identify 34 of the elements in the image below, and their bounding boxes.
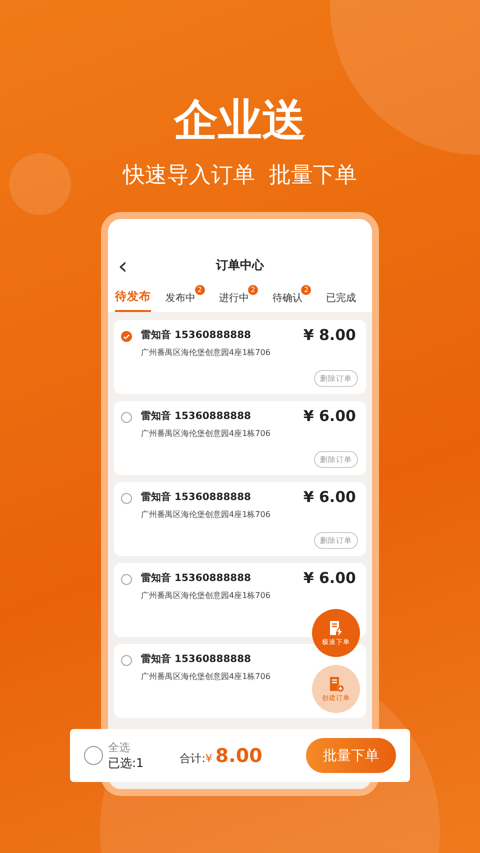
customer-name: 雷知音 15360888888 <box>141 410 252 424</box>
checkbox[interactable] <box>121 493 132 504</box>
page-title: 订单中心 <box>216 257 264 274</box>
price: ¥ 6.00 <box>303 488 356 506</box>
price: ¥ 6.00 <box>303 569 356 587</box>
total-amount: 8.00 <box>215 744 262 766</box>
subtitle: 快速导入订单 批量下单 <box>123 162 357 190</box>
checkbox[interactable] <box>121 574 132 585</box>
price: ¥ 8.00 <box>303 326 356 344</box>
select-all-label: 全选 <box>108 740 131 755</box>
total-label: 合计: <box>180 750 206 766</box>
batch-order-button[interactable]: 批量下单 <box>306 738 396 773</box>
address: 广州番禺区海伦堡创意园4座1栋706 <box>141 590 270 602</box>
address: 广州番禺区海伦堡创意园4座1栋706 <box>141 428 270 440</box>
address: 广州番禺区海伦堡创意园4座1栋706 <box>141 509 270 521</box>
checkbox[interactable] <box>121 655 132 666</box>
price: ¥ 6.00 <box>303 407 356 425</box>
document-plus-icon <box>328 676 344 692</box>
address: 广州番禺区海伦堡创意园4座1栋706 <box>141 671 270 683</box>
customer-name: 雷知音 15360888888 <box>141 491 252 505</box>
headline: 企业送 <box>174 94 306 148</box>
back-button[interactable]: ‹ <box>118 254 128 278</box>
select-all-checkbox[interactable] <box>84 746 103 765</box>
checkbox[interactable] <box>121 412 132 423</box>
customer-name: 雷知音 15360888888 <box>141 653 252 667</box>
selected-count: 已选:1 <box>108 755 144 771</box>
tab[interactable]: 待发布 <box>115 283 152 312</box>
customer-name: 雷知音 15360888888 <box>141 329 252 343</box>
customer-name: 雷知音 15360888888 <box>141 572 252 586</box>
checkbox[interactable] <box>121 331 132 342</box>
document-bolt-icon <box>328 620 344 636</box>
currency-symbol: ¥ <box>205 752 212 764</box>
tab[interactable]: 已完成 <box>326 283 365 312</box>
address: 广州番禺区海伦堡创意园4座1栋706 <box>141 347 270 359</box>
